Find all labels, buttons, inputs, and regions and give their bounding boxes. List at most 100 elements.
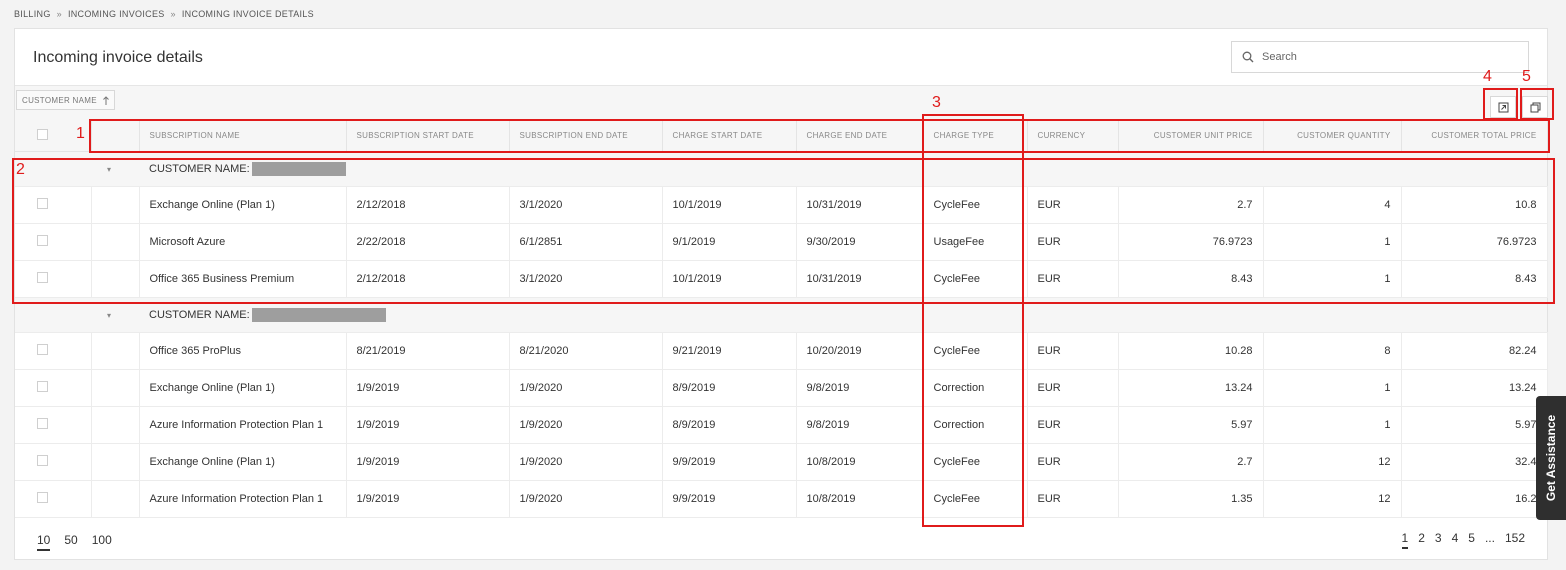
row-expand-cell [91,480,140,518]
cell-currency: EUR [1027,406,1119,444]
row-checkbox[interactable] [37,454,48,466]
group-row[interactable]: ▾ CUSTOMER NAME: [15,151,1547,187]
column-header-subscription-end-date[interactable]: SUBSCRIPTION END DATE [509,121,663,152]
select-all-checkbox[interactable] [37,129,48,141]
column-header-customer-quantity[interactable]: CUSTOMER QUANTITY [1263,121,1402,152]
pagination: 1 2 3 4 5 ... 152 [1401,531,1525,549]
cell-charge-type: CycleFee [923,332,1028,370]
page-size-option[interactable]: 100 [92,533,112,551]
get-assistance-label: Get Assistance [1544,414,1559,502]
column-chooser-button[interactable] [1522,96,1548,118]
group-by-customer-name-chip[interactable]: CUSTOMER NAME [16,90,115,110]
cell-charge-type: CycleFee [923,443,1028,481]
table-row[interactable]: Exchange Online (Plan 1) 1/9/2019 1/9/2020… [15,443,1548,481]
row-select-cell [15,260,92,298]
table-row[interactable]: Office 365 ProPlus 8/21/2019 8/21/2020 9/21… [15,332,1548,370]
cell-charge-start-date: 8/9/2019 [662,369,797,407]
row-checkbox[interactable] [37,417,48,429]
page-link[interactable]: 3 [1435,531,1442,549]
invoice-details-panel: Incoming invoice details CUSTOMER NAME S… [14,28,1548,560]
row-expand-cell [91,260,140,298]
column-header-subscription-name[interactable]: SUBSCRIPTION NAME [139,121,347,152]
page-link[interactable]: 4 [1452,531,1459,549]
column-header-charge-end-date[interactable]: CHARGE END DATE [796,121,924,152]
column-header-subscription-start-date[interactable]: SUBSCRIPTION START DATE [346,121,510,152]
cell-charge-type: Correction [923,369,1028,407]
cell-subscription-start-date: 8/21/2019 [346,332,510,370]
cell-subscription-name: Azure Information Protection Plan 1 [139,480,347,518]
cell-subscription-name: Office 365 ProPlus [139,332,347,370]
annotation-label-3: 3 [932,94,941,111]
redacted-customer-name [251,307,386,322]
cell-customer-quantity: 1 [1263,406,1402,444]
page-link[interactable]: 5 [1468,531,1475,549]
column-header-charge-start-date[interactable]: CHARGE START DATE [662,121,797,152]
annotation-label-4: 4 [1483,68,1492,85]
cell-charge-type: UsageFee [923,223,1028,261]
row-checkbox[interactable] [37,234,48,246]
cell-subscription-end-date: 1/9/2020 [509,406,663,444]
chevron-down-icon[interactable]: ▾ [107,311,111,320]
invoice-grid: SUBSCRIPTION NAME SUBSCRIPTION START DAT… [15,121,1548,518]
column-header-customer-total-price[interactable]: CUSTOMER TOTAL PRICE [1401,121,1548,152]
cell-charge-start-date: 9/9/2019 [662,443,797,481]
table-row[interactable]: Azure Information Protection Plan 1 1/9/2… [15,480,1548,518]
get-assistance-button[interactable]: Get Assistance [1536,396,1566,520]
table-row[interactable]: Office 365 Business Premium 2/12/2018 3/1/… [15,260,1548,298]
row-checkbox[interactable] [37,380,48,392]
group-label: CUSTOMER NAME: [149,162,250,175]
row-checkbox[interactable] [37,271,48,283]
page-link[interactable]: 1 [1401,531,1409,549]
cell-customer-quantity: 12 [1263,443,1402,481]
search-input[interactable] [1262,51,1502,63]
group-toggle-cell: ▾ [91,297,139,333]
cell-currency: EUR [1027,443,1119,481]
cell-charge-end-date: 9/8/2019 [796,406,924,444]
row-checkbox[interactable] [37,343,48,355]
breadcrumb-billing[interactable]: BILLING [14,9,51,19]
column-header-currency[interactable]: CURRENCY [1027,121,1119,152]
table-row[interactable]: Exchange Online (Plan 1) 1/9/2019 1/9/2020… [15,369,1548,407]
group-row[interactable]: ▾ CUSTOMER NAME: [15,297,1547,333]
annotation-label-5: 5 [1522,68,1531,85]
columns-icon [1530,102,1540,112]
cell-customer-total-price: 76.9723 [1401,223,1548,261]
cell-currency: EUR [1027,223,1119,261]
table-row[interactable]: Exchange Online (Plan 1) 2/12/2018 3/1/202… [15,186,1548,224]
cell-currency: EUR [1027,260,1119,298]
cell-subscription-start-date: 1/9/2019 [346,406,510,444]
row-checkbox[interactable] [37,491,48,503]
table-row[interactable]: Azure Information Protection Plan 1 1/9/2… [15,406,1548,444]
group-label-cell: CUSTOMER NAME: [139,297,1547,333]
page-size-option[interactable]: 10 [37,533,51,551]
search-icon [1242,51,1254,63]
cell-customer-total-price: 32.4 [1401,443,1548,481]
page-title: Incoming invoice details [33,49,203,66]
column-header-charge-type[interactable]: CHARGE TYPE [923,121,1028,152]
page-link[interactable]: 2 [1418,531,1425,549]
cell-subscription-start-date: 2/22/2018 [346,223,510,261]
table-row[interactable]: Microsoft Azure 2/22/2018 6/1/2851 9/1/2019… [15,223,1548,261]
row-select-cell [15,186,92,224]
page-ellipsis: ... [1484,531,1495,545]
cell-charge-start-date: 9/1/2019 [662,223,797,261]
cell-customer-quantity: 1 [1263,369,1402,407]
cell-currency: EUR [1027,186,1119,224]
group-spacer-cell [15,297,91,333]
column-header-customer-unit-price[interactable]: CUSTOMER UNIT PRICE [1118,121,1264,152]
cell-subscription-end-date: 6/1/2851 [509,223,663,261]
cell-charge-start-date: 9/21/2019 [662,332,797,370]
export-button[interactable] [1490,96,1516,118]
chevron-down-icon[interactable]: ▾ [107,165,111,174]
page-size-option[interactable]: 50 [64,533,77,551]
cell-charge-type: Correction [923,406,1028,444]
cell-subscription-name: Microsoft Azure [139,223,347,261]
breadcrumb-incoming-invoices[interactable]: INCOMING INVOICES [68,9,165,19]
cell-customer-total-price: 8.43 [1401,260,1548,298]
cell-customer-unit-price: 76.9723 [1118,223,1264,261]
cell-subscription-name: Exchange Online (Plan 1) [139,369,347,407]
row-checkbox[interactable] [37,197,48,209]
redacted-customer-name [251,161,346,176]
group-chip-label: CUSTOMER NAME [22,95,97,105]
page-link[interactable]: 152 [1505,531,1525,549]
